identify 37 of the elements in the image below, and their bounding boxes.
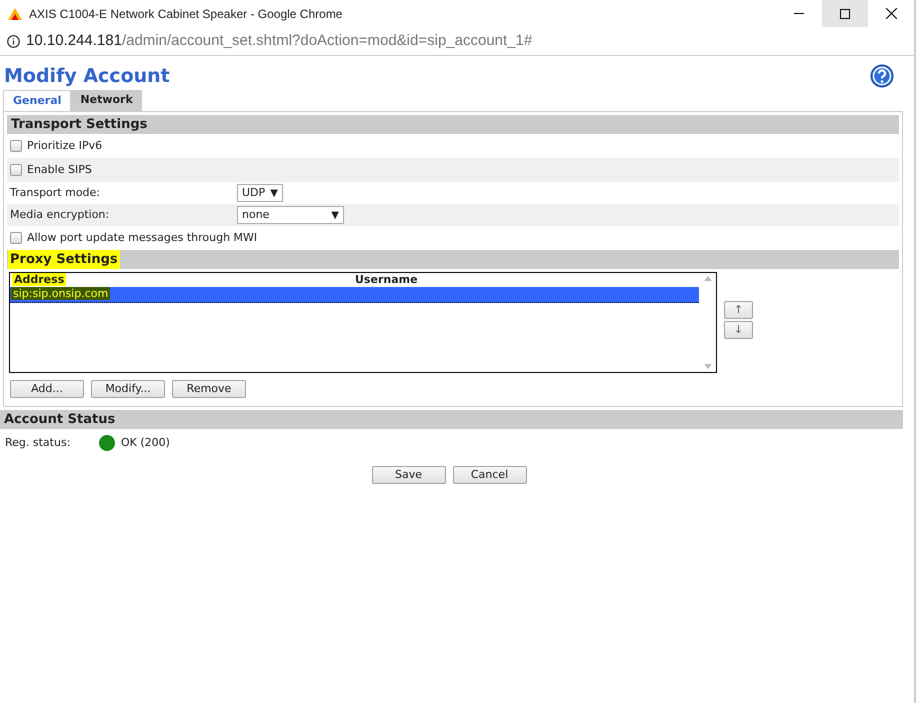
checkbox[interactable] xyxy=(10,232,22,244)
address-bar[interactable]: 10.10.244.181/admin/account_set.shtml?doAction=mod&id=sip_account_1# xyxy=(0,27,914,56)
checkbox[interactable] xyxy=(10,164,22,176)
checkbox-label: Enable SIPS xyxy=(27,162,92,178)
page-title: Modify Account xyxy=(4,64,170,89)
dropdown[interactable]: none ▼ xyxy=(237,206,344,224)
proxy-row[interactable]: sip:sip.onsip.com xyxy=(10,287,699,303)
scroll-up-icon[interactable] xyxy=(704,276,712,281)
form-button[interactable]: Cancel xyxy=(452,466,526,484)
checkbox[interactable] xyxy=(10,140,22,152)
list-button[interactable]: Remove xyxy=(172,380,246,398)
column-header: Username xyxy=(354,272,419,288)
checkbox-label: Prioritize IPv6 xyxy=(27,138,102,154)
section-header: Proxy Settings xyxy=(7,250,899,269)
list-button[interactable]: Add... xyxy=(10,380,84,398)
move-button[interactable]: ↓ xyxy=(724,321,753,339)
field-label: Transport mode: xyxy=(10,184,102,201)
checkbox-label: Allow port update messages through MWI xyxy=(27,230,258,246)
maximize-icon[interactable] xyxy=(822,0,868,27)
tab[interactable]: Network xyxy=(71,90,142,111)
info-icon[interactable] xyxy=(7,34,20,48)
status-text: OK (200) xyxy=(121,434,170,451)
list-button[interactable]: Modify... xyxy=(91,380,165,398)
section-header: Account Status xyxy=(0,410,903,429)
logo-icon xyxy=(8,8,22,20)
field-label: Reg. status: xyxy=(5,434,72,451)
section-header: Transport Settings xyxy=(7,115,899,134)
scroll-down-icon[interactable] xyxy=(704,364,712,369)
move-button[interactable]: ↑ xyxy=(724,301,753,319)
field-label: Media encryption: xyxy=(10,206,110,223)
column-header: Address xyxy=(11,272,68,288)
tab[interactable]: General xyxy=(3,90,72,111)
window-title: AXIS C1004-E Network Cabinet Speaker - Google Chrome xyxy=(29,6,342,22)
help-icon[interactable] xyxy=(870,64,894,88)
dropdown[interactable]: UDP ▼ xyxy=(237,184,283,202)
form-button[interactable]: Save xyxy=(372,466,446,484)
url-text: 10.10.244.181/admin/account_set.shtml?doAction=mod&id=sip_account_1# xyxy=(26,30,532,51)
